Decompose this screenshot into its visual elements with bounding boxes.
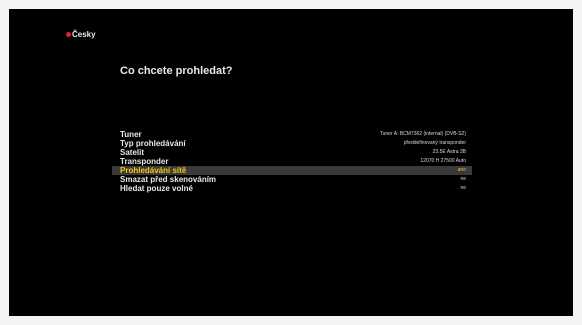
setting-value: 23.5E Astra 3B xyxy=(432,149,466,155)
setting-row-satellite[interactable]: Satelit 23.5E Astra 3B xyxy=(112,148,472,157)
setting-label: Tuner xyxy=(120,130,142,139)
setting-row-free-only[interactable]: Hledat pouze volné ne xyxy=(112,184,472,193)
language-label: Česky xyxy=(72,29,96,39)
language-indicator: Česky xyxy=(66,28,96,40)
setting-label: Smazat před skenováním xyxy=(120,175,217,184)
setting-row-scan-type[interactable]: Typ prohledávání předdefinovaný transpon… xyxy=(112,139,472,148)
setting-value: 12070 H 27500 Auto xyxy=(420,158,466,164)
setting-row-tuner[interactable]: Tuner Tuner A: BCM7362 (internal) (DVB-S… xyxy=(112,130,472,139)
scan-settings-list: Tuner Tuner A: BCM7362 (internal) (DVB-S… xyxy=(112,130,472,193)
setting-row-clear-before-scan[interactable]: Smazat před skenováním ne xyxy=(112,175,472,184)
language-flag-icon xyxy=(66,31,71,37)
setting-value: předdefinovaný transponder xyxy=(403,140,466,146)
setting-label: Prohledávání sítě xyxy=(120,166,187,175)
setting-label: Satelit xyxy=(120,148,145,157)
setting-row-network-scan[interactable]: Prohledávání sítě ano xyxy=(112,166,472,175)
setting-label: Transponder xyxy=(120,157,169,166)
setting-value: ne xyxy=(460,176,466,182)
setting-value: ano xyxy=(457,167,466,173)
page-title: Co chcete prohledat? xyxy=(120,65,233,77)
setting-row-transponder[interactable]: Transponder 12070 H 27500 Auto xyxy=(112,157,472,166)
setting-value: ne xyxy=(460,185,466,191)
setting-value: Tuner A: BCM7362 (internal) (DVB-S2) xyxy=(379,131,466,137)
tv-screen: Česky Co chcete prohledat? Tuner Tuner A… xyxy=(9,9,573,316)
setting-label: Typ prohledávání xyxy=(120,139,186,148)
setting-label: Hledat pouze volné xyxy=(120,184,193,193)
